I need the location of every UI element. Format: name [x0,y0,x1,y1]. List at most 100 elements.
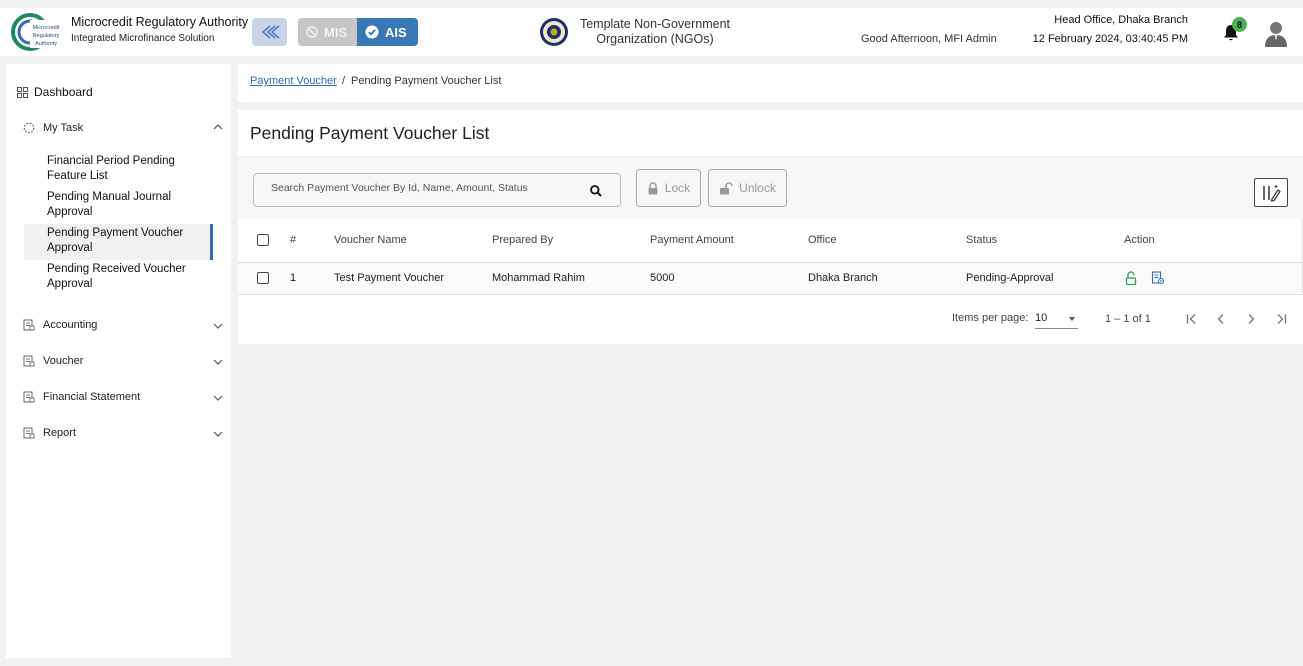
voucher-table: # Voucher Name Prepared By Payment Amoun… [238,219,1303,295]
cell-prepared-by: Mohammad Rahim [492,262,650,295]
module-ais-label: AIS [385,24,407,40]
breadcrumb-current: Pending Payment Voucher List [351,75,502,87]
page-range-label: 1 – 1 of 1 [1105,313,1151,325]
ban-icon [306,26,318,38]
cell-actions [1124,262,1303,295]
chevron-left-icon [1217,314,1224,324]
current-datetime: 12 February 2024, 03:40:45 PM [1032,33,1188,45]
select-all-cell [238,219,290,263]
double-chevron-left-icon [261,25,280,39]
office-branch: Head Office, Dhaka Branch [1054,14,1188,26]
breadcrumb-separator: / [342,75,346,87]
user-greeting: Good Afternoon, MFI Admin [861,33,997,45]
paginator: Items per page: 10 1 – 1 of 1 [238,295,1303,344]
table-header-row: # Voucher Name Prepared By Payment Amoun… [238,219,1303,263]
sidebar-group-financial-statement[interactable]: Financial Statement [23,391,223,403]
government-seal-icon [540,18,568,46]
column-header-action: Action [1124,219,1303,263]
cell-status: Pending-Approval [966,262,1124,295]
sidebar-group-label: Voucher [43,355,84,367]
sidebar-group-my-task[interactable]: My Task [23,122,223,134]
caret-down-icon [1069,317,1075,321]
items-per-page-select[interactable]: 10 [1035,307,1078,329]
module-mis-button[interactable]: MIS [298,18,357,46]
column-header-office[interactable]: Office [808,219,966,263]
spinner-icon [23,122,35,134]
lock-button-label: Lock [664,181,691,195]
sidebar: Dashboard My Task Financial Period Pendi… [6,64,231,658]
app-header: Microcredit Regulatory Authority Microcr… [0,8,1303,56]
chevron-down-icon [213,395,223,401]
sidebar-item-label: Dashboard [34,85,93,99]
items-per-page-label: Items per page: [952,312,1029,324]
unlock-icon[interactable] [1124,271,1138,285]
user-avatar-icon[interactable] [1262,19,1290,47]
next-page-button[interactable] [1240,308,1262,330]
document-icon [23,391,35,403]
cell-office: Dhaka Branch [808,262,966,295]
select-all-checkbox[interactable] [257,234,269,247]
module-ais-button[interactable]: AIS [357,18,418,46]
brand-title: Microcredit Regulatory Authority [71,15,249,29]
column-header-prepared-by[interactable]: Prepared By [492,219,650,263]
column-settings-button[interactable] [1254,178,1288,207]
sidebar-item-dashboard[interactable]: Dashboard [17,85,93,99]
cell-index: 1 [290,262,334,295]
sidebar-item-pending-received-voucher[interactable]: Pending Received Voucher Approval [24,262,213,294]
module-mis-label: MIS [324,24,348,40]
breadcrumb: Payment Voucher / Pending Payment Vouche… [238,64,1303,102]
search-input[interactable] [271,182,581,194]
list-toolbar: Lock Unlock [238,158,1303,219]
unlock-button-label: Unlock [739,181,776,195]
brand-subtitle: Integrated Microfinance Solution [71,33,215,44]
lock-icon [648,181,658,194]
row-checkbox[interactable] [257,272,269,285]
sidebar-item-pending-manual-journal[interactable]: Pending Manual Journal Approval [24,190,213,222]
sidebar-item-pending-payment-voucher[interactable]: Pending Payment Voucher Approval [24,224,213,260]
sidebar-group-label: Financial Statement [43,391,141,403]
notification-count-badge: 8 [1232,17,1247,32]
document-icon [23,319,35,331]
chevron-down-icon [213,431,223,437]
sidebar-group-label: Report [43,427,77,439]
columns-edit-icon [1263,184,1281,202]
breadcrumb-link-payment-voucher[interactable]: Payment Voucher [250,75,337,87]
last-page-icon [1277,314,1287,324]
view-details-icon[interactable] [1151,271,1165,285]
column-header-index[interactable]: # [290,219,334,263]
svg-text:Microcredit: Microcredit [33,25,60,31]
search-field [253,173,621,207]
sidebar-group-report[interactable]: Report [23,427,223,439]
row-select-cell [238,262,290,295]
sidebar-group-accounting[interactable]: Accounting [23,319,223,331]
cell-payment-amount: 5000 [650,262,808,295]
document-icon [23,355,35,367]
voucher-list-panel: Lock Unlock # [238,158,1303,344]
unlock-button[interactable]: Unlock [708,169,787,207]
mra-logo: Microcredit Regulatory Authority [11,13,64,51]
lock-button[interactable]: Lock [636,169,701,207]
page-title-bar: Pending Payment Voucher List [238,110,1303,156]
column-header-status[interactable]: Status [966,219,1124,263]
chevron-up-icon [213,124,223,130]
previous-page-button[interactable] [1210,308,1232,330]
sidebar-item-financial-period-pending[interactable]: Financial Period Pending Feature List [24,154,213,186]
search-icon[interactable] [589,184,603,198]
check-circle-icon [365,25,379,39]
organization-name: Template Non-Government Organization (NG… [579,17,731,46]
cell-voucher-name: Test Payment Voucher [334,262,492,295]
last-page-button[interactable] [1270,308,1292,330]
items-per-page-value: 10 [1035,312,1048,324]
svg-text:Authority: Authority [35,41,57,47]
sidebar-group-voucher[interactable]: Voucher [23,355,223,367]
chevron-down-icon [213,359,223,365]
table-row: 1 Test Payment Voucher Mohammad Rahim 50… [238,262,1303,295]
sidebar-group-label: Accounting [43,319,98,331]
column-header-voucher-name[interactable]: Voucher Name [334,219,492,263]
sidebar-collapse-button[interactable] [252,18,287,46]
svg-text:Regulatory: Regulatory [33,33,60,39]
first-page-button[interactable] [1181,308,1203,330]
unlock-icon [720,181,733,194]
column-header-payment-amount[interactable]: Payment Amount [650,219,808,263]
chevron-down-icon [213,323,223,329]
